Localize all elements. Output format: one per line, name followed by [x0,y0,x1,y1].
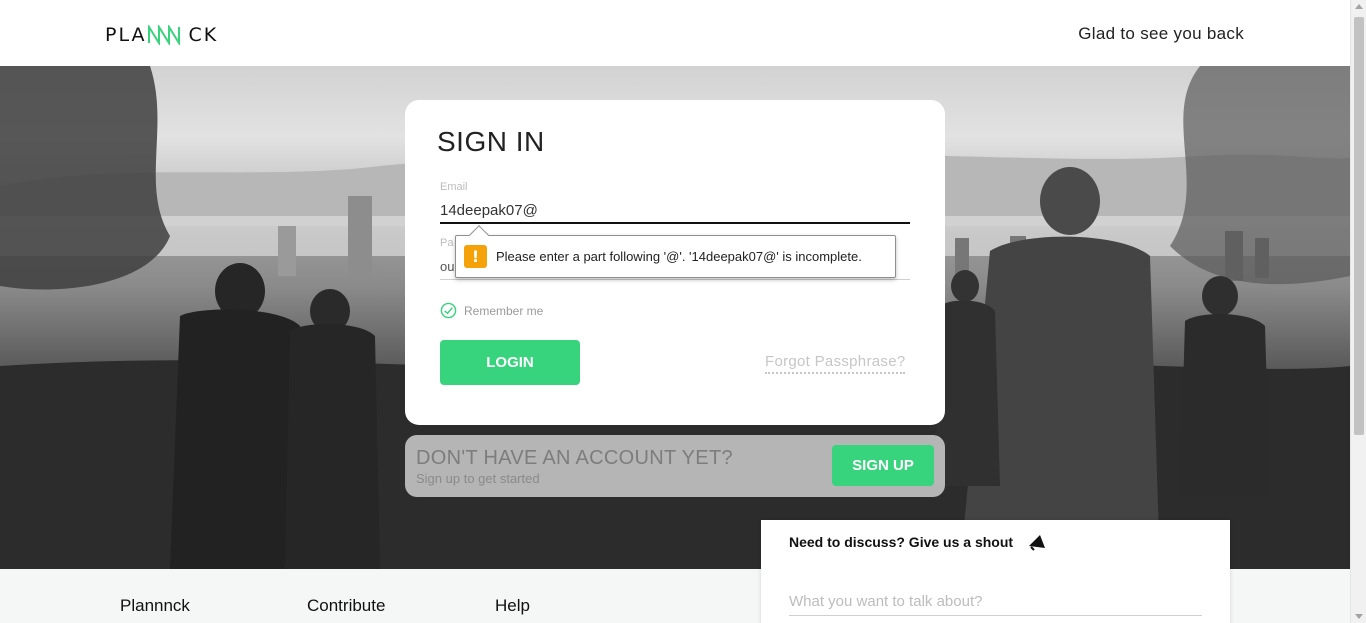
page-scrollbar[interactable] [1350,0,1366,623]
check-circle-icon [440,302,457,319]
remember-me-label: Remember me [464,303,544,318]
email-label: Email [440,181,468,193]
footer-column-contribute: Contribute [307,596,386,615]
warning-icon: ! [464,245,487,268]
logo-text-left: PLA [105,24,147,46]
signup-heading: DON'T HAVE AN ACCOUNT YET? [416,447,733,469]
shout-message-input[interactable] [789,588,1202,616]
footer-column-plannnck: Plannnck [120,596,190,615]
shout-title-text: Need to discuss? Give us a shout [789,534,1014,550]
login-button[interactable]: LOGIN [440,340,580,385]
logo[interactable]: PLA CK [105,24,218,46]
signup-button[interactable]: SIGN UP [832,445,934,486]
password-label: Pa [440,237,454,249]
scrollbar-thumb[interactable] [1354,17,1364,435]
scroll-down-arrow-icon[interactable] [1355,614,1363,619]
logo-mark-icon [148,25,181,45]
megaphone-icon [1029,535,1046,551]
forgot-passphrase-link[interactable]: Forgot Passphrase? [765,353,906,374]
logo-text-right: CK [188,24,219,46]
welcome-message: Glad to see you back [1078,24,1244,43]
signup-subtext: Sign up to get started [416,471,540,486]
footer-column-help: Help [495,596,530,615]
signin-title: SIGN IN [437,126,545,157]
email-field[interactable] [440,198,910,224]
validation-message: Please enter a part following '@'. '14de… [496,249,862,264]
email-validation-tooltip: ! Please enter a part following '@'. '14… [455,225,896,278]
shout-box: Need to discuss? Give us a shout [761,520,1230,623]
signup-banner: DON'T HAVE AN ACCOUNT YET? Sign up to ge… [405,435,945,497]
remember-me-checkbox[interactable]: Remember me [440,302,543,319]
header: PLA CK Glad to see you back [0,0,1350,66]
shout-title: Need to discuss? Give us a shout [789,533,1047,551]
scroll-up-arrow-icon[interactable] [1355,4,1363,9]
